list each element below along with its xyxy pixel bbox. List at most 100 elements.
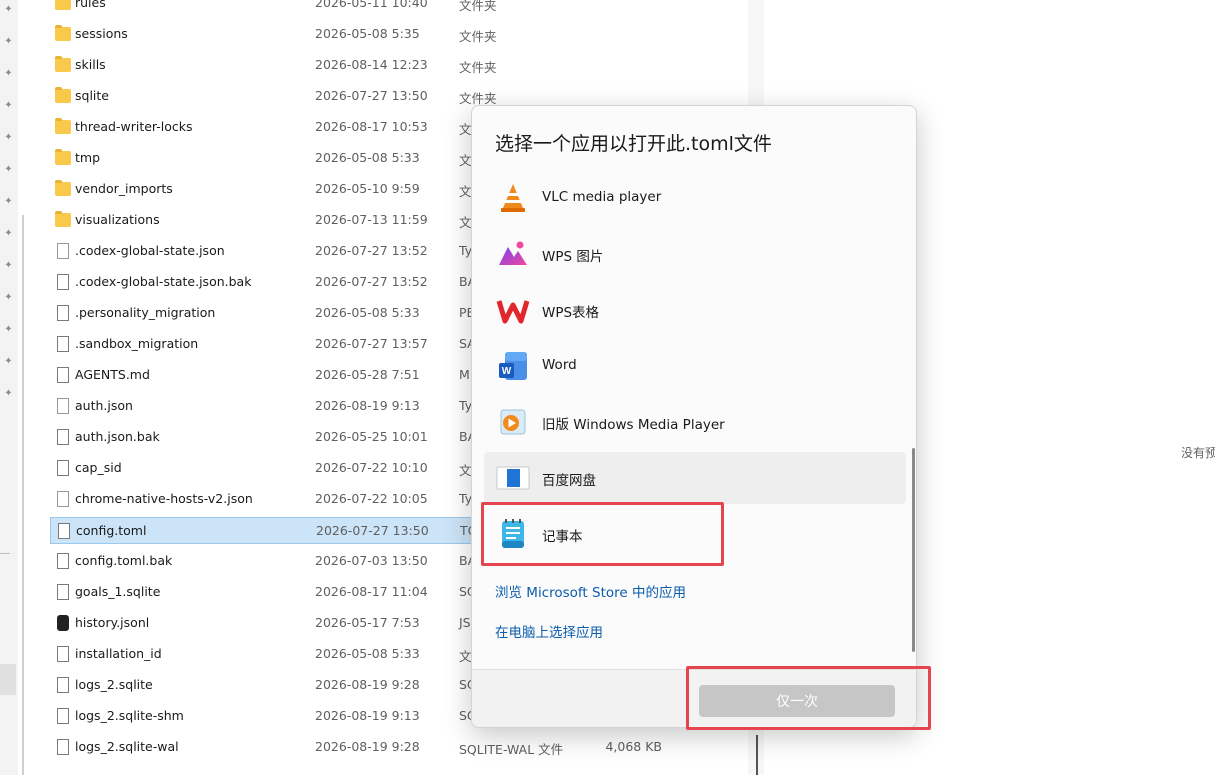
file-type: 文件夹 xyxy=(459,0,497,13)
file-icon xyxy=(57,243,69,259)
vlc-icon xyxy=(501,184,525,212)
file-date: 2026-07-13 11:59 xyxy=(315,212,428,227)
pin-icon[interactable]: ✦ xyxy=(3,260,14,271)
file-name: .sandbox_migration xyxy=(75,336,199,351)
file-type: 文件夹 xyxy=(459,29,497,44)
file-date: 2026-05-08 5:33 xyxy=(315,150,420,165)
word-icon: W xyxy=(499,352,527,380)
pin-icon[interactable]: ✦ xyxy=(3,4,14,15)
file-name: sessions xyxy=(75,26,128,41)
file-date: 2026-05-28 7:51 xyxy=(315,367,420,382)
file-name: .personality_migration xyxy=(75,305,216,320)
file-date: 2026-05-11 10:40 xyxy=(315,0,428,10)
file-type: SQLITE-WAL 文件 xyxy=(459,742,564,757)
app-option-word[interactable]: W Word xyxy=(484,340,906,392)
windows-media-player-icon xyxy=(500,409,526,435)
file-date: 2026-08-19 9:13 xyxy=(315,708,420,723)
file-date: 2026-05-08 5:35 xyxy=(315,26,420,41)
file-name: installation_id xyxy=(75,646,162,661)
file-name: goals_1.sqlite xyxy=(75,584,161,599)
pane-splitter[interactable] xyxy=(22,215,24,775)
file-name: tmp xyxy=(75,150,101,165)
folder-icon xyxy=(55,25,71,41)
pin-icon[interactable]: ✦ xyxy=(3,100,14,111)
nav-scrollbar-thumb[interactable] xyxy=(0,664,16,695)
file-type: 文件夹 xyxy=(459,60,497,75)
file-icon xyxy=(57,367,69,383)
file-date: 2026-07-03 13:50 xyxy=(315,553,428,568)
pin-icon[interactable]: ✦ xyxy=(3,132,14,143)
file-type: 文 xyxy=(459,184,472,199)
scrollbar[interactable] xyxy=(756,735,758,775)
open-with-dialog: 选择一个应用以打开此.toml文件 VLC media player WPS 图… xyxy=(471,105,917,728)
file-name: auth.json.bak xyxy=(75,429,160,444)
pin-icon[interactable]: ✦ xyxy=(3,36,14,47)
file-row[interactable]: rules 2026-05-11 10:40 文件夹 xyxy=(50,0,750,17)
file-date: 2026-07-27 13:57 xyxy=(315,336,428,351)
folder-icon xyxy=(55,56,71,72)
app-label: VLC media player xyxy=(542,189,662,205)
file-name: auth.json xyxy=(75,398,133,413)
pin-icon[interactable]: ✦ xyxy=(3,228,14,239)
file-name: sqlite xyxy=(75,88,109,103)
file-size: 4,068 KB xyxy=(605,739,662,754)
file-name: rules xyxy=(75,0,106,10)
file-date: 2026-08-17 11:04 xyxy=(315,584,428,599)
file-date: 2026-08-14 12:23 xyxy=(315,57,428,72)
file-type: 文 xyxy=(459,463,472,478)
divider xyxy=(0,553,10,554)
file-icon xyxy=(57,677,69,693)
file-name: skills xyxy=(75,57,106,72)
app-option-wps-sheet[interactable]: WPS表格 xyxy=(484,284,906,336)
file-type: JS xyxy=(459,615,471,630)
wps-picture-icon xyxy=(499,241,527,265)
file-type: 文 xyxy=(459,122,472,137)
file-row[interactable]: skills 2026-08-14 12:23 文件夹 xyxy=(50,52,750,79)
wps-sheet-icon xyxy=(496,300,530,324)
svg-text:W: W xyxy=(502,366,512,377)
file-name: logs_2.sqlite xyxy=(75,677,153,692)
dialog-scrollbar[interactable] xyxy=(912,448,915,652)
app-option-vlc[interactable]: VLC media player xyxy=(484,172,906,224)
app-option-wps-picture[interactable]: WPS 图片 xyxy=(484,228,906,280)
file-row[interactable]: logs_2.sqlite-wal 2026-08-19 9:28 SQLITE-W… xyxy=(50,734,750,761)
file-type: 文 xyxy=(459,649,472,664)
folder-icon xyxy=(55,149,71,165)
file-icon xyxy=(58,523,70,539)
folder-icon xyxy=(55,180,71,196)
pin-icon[interactable]: ✦ xyxy=(3,68,14,79)
pin-icon[interactable]: ✦ xyxy=(3,324,14,335)
file-date: 2026-05-10 9:59 xyxy=(315,181,420,196)
pin-icon[interactable]: ✦ xyxy=(3,164,14,175)
file-name: .codex-global-state.json.bak xyxy=(75,274,252,289)
file-row[interactable]: sessions 2026-05-08 5:35 文件夹 xyxy=(50,21,750,48)
file-name: visualizations xyxy=(75,212,160,227)
file-date: 2026-07-27 13:50 xyxy=(316,523,429,538)
app-option-windows-media-player[interactable]: 旧版 Windows Media Player xyxy=(484,396,906,448)
pin-icon[interactable]: ✦ xyxy=(3,292,14,303)
microsoft-store-link[interactable]: 浏览 Microsoft Store 中的应用 xyxy=(495,581,686,601)
choose-app-on-pc-link[interactable]: 在电脑上选择应用 xyxy=(495,621,603,641)
highlight-once-button xyxy=(686,666,931,730)
file-date: 2026-05-08 5:33 xyxy=(315,646,420,661)
file-date: 2026-05-08 5:33 xyxy=(315,305,420,320)
file-type: M xyxy=(459,367,470,382)
file-icon xyxy=(57,491,69,507)
file-name: logs_2.sqlite-shm xyxy=(75,708,184,723)
file-icon xyxy=(57,584,69,600)
file-icon xyxy=(57,553,69,569)
pin-icon[interactable]: ✦ xyxy=(3,356,14,367)
file-name: config.toml xyxy=(76,523,147,538)
folder-icon xyxy=(55,211,71,227)
app-label: 旧版 Windows Media Player xyxy=(542,417,725,433)
file-icon xyxy=(57,305,69,321)
app-option-baidu-netdisk[interactable]: 百度网盘 xyxy=(484,452,906,504)
file-date: 2026-08-17 10:53 xyxy=(315,119,428,134)
navigation-pane: ✦ ✦ ✦ ✦ ✦ ✦ ✦ ✦ ✦ ✦ ✦ ✦ ✦ xyxy=(0,0,18,775)
pin-icon[interactable]: ✦ xyxy=(3,196,14,207)
pin-icon[interactable]: ✦ xyxy=(3,388,14,399)
file-icon xyxy=(57,646,69,662)
app-label: Word xyxy=(542,357,577,373)
file-date: 2026-08-19 9:13 xyxy=(315,398,420,413)
file-name: vendor_imports xyxy=(75,181,173,196)
